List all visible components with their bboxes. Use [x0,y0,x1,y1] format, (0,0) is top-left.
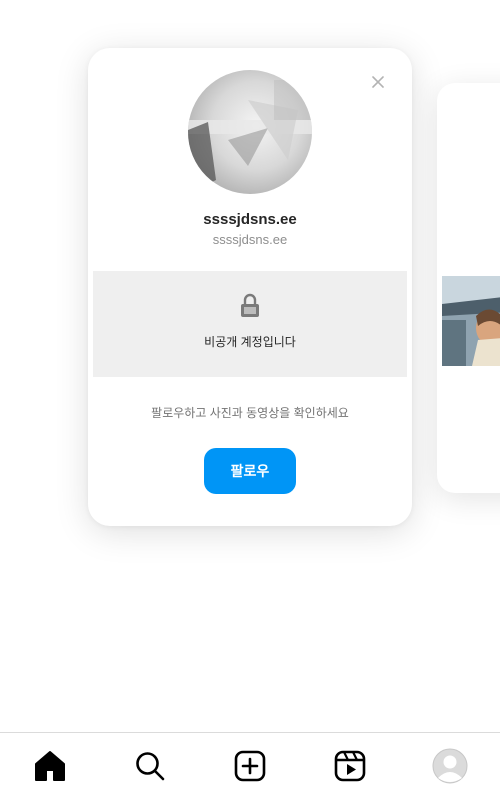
profile-suggestion-card: ssssjdsns.ee ssssjdsns.ee 비공개 계정입니다 팔로우하… [88,48,412,526]
home-icon [35,750,65,781]
follow-hint-text: 팔로우하고 사진과 동영상을 확인하세요 [151,406,349,420]
nav-profile[interactable] [420,736,480,796]
reels-icon [334,750,366,781]
private-account-panel: 비공개 계정입니다 [93,271,407,377]
screen: ssssjdsns.ee ssssjdsns.ee 비공개 계정입니다 팔로우하… [0,0,500,800]
profile-avatar[interactable] [188,70,312,194]
nav-search[interactable] [120,736,180,796]
nav-home[interactable] [20,736,80,796]
close-icon [372,76,384,88]
private-account-message: 비공개 계정입니다 [204,335,296,349]
plus-square-icon [234,750,266,781]
dismiss-button[interactable] [364,68,392,96]
nav-create[interactable] [220,736,280,796]
lock-icon [241,293,259,317]
avatar [432,748,468,783]
follow-button[interactable]: 팔로우 [204,448,296,494]
profile-full-name: ssssjdsns.ee [212,232,288,247]
nav-reels[interactable] [320,736,380,796]
search-icon [136,751,165,780]
profile-username[interactable]: ssssjdsns.ee [88,211,412,228]
bottom-nav [0,732,500,800]
next-suggestion-card[interactable] [437,83,500,493]
post-thumbnail[interactable] [442,276,500,366]
